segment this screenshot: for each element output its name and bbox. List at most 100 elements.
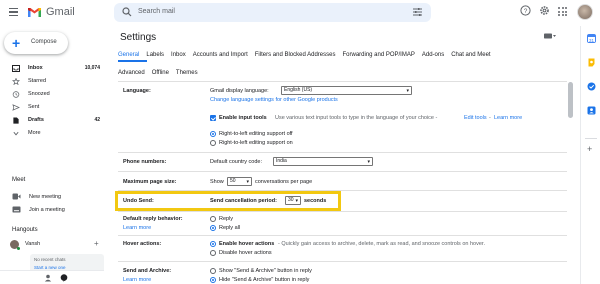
- row-divider: [118, 261, 567, 262]
- new-meeting-button[interactable]: New meeting: [0, 191, 104, 203]
- hangouts-chat-icon[interactable]: [60, 274, 68, 282]
- get-addons-icon[interactable]: +: [587, 144, 592, 154]
- phone-numbers-label: Phone numbers:: [123, 159, 167, 165]
- enable-hover-radio[interactable]: [210, 241, 216, 247]
- compose-button[interactable]: + Compose: [4, 32, 68, 54]
- row-divider: [118, 211, 567, 212]
- page-size-suffix: conversations per page: [255, 179, 313, 185]
- chevron-down-icon: ▾: [367, 159, 370, 165]
- tab-inbox[interactable]: Inbox: [171, 52, 186, 64]
- compose-label: Compose: [31, 39, 57, 45]
- hover-actions-label: Hover actions:: [123, 241, 162, 247]
- sidebar-item-label: More: [28, 130, 41, 136]
- sidebar-item-snoozed[interactable]: Snoozed: [0, 88, 104, 101]
- sidebar-item-inbox[interactable]: Inbox 10,074: [0, 62, 104, 75]
- reply-option-label: Reply: [219, 216, 234, 222]
- app-name: Gmail: [46, 6, 75, 18]
- display-language-select[interactable]: English (US) ▾: [281, 86, 412, 95]
- disable-hover-radio[interactable]: [210, 250, 216, 256]
- active-tab-indicator: [118, 60, 147, 62]
- page-size-select[interactable]: 50 ▾: [227, 177, 252, 186]
- sidebar-item-label: Snoozed: [28, 91, 50, 97]
- search-bar[interactable]: Search mail: [114, 3, 431, 22]
- tab-labels[interactable]: Labels: [146, 52, 164, 64]
- input-tools-learn-more-link[interactable]: Learn more: [494, 115, 522, 121]
- row-divider: [118, 152, 567, 153]
- tab-accounts-import[interactable]: Accounts and Import: [193, 52, 248, 64]
- sidebar-item-label: Sent: [28, 104, 40, 110]
- input-tools-label: Enable input tools: [219, 115, 267, 121]
- disable-hover-label: Disable hover actions: [219, 250, 272, 256]
- scrollbar-thumb[interactable]: [568, 82, 573, 118]
- send-icon: [12, 104, 20, 111]
- keep-icon[interactable]: [587, 58, 596, 67]
- contacts-icon[interactable]: [587, 106, 596, 115]
- country-code-label: Default country code:: [210, 159, 262, 165]
- tab-addons[interactable]: Add-ons: [422, 52, 444, 64]
- change-language-link[interactable]: Change language settings for other Googl…: [210, 97, 338, 103]
- reply-radio[interactable]: [210, 216, 216, 222]
- search-input[interactable]: Search mail: [138, 8, 175, 15]
- edit-tools-link[interactable]: Edit tools: [464, 115, 487, 121]
- reply-learn-more-link[interactable]: Learn more: [123, 225, 151, 231]
- account-avatar[interactable]: [577, 4, 593, 20]
- send-archive-learn-more-link[interactable]: Learn more: [123, 277, 151, 283]
- sidebar-item-sent[interactable]: Sent: [0, 101, 104, 114]
- max-page-size-label: Maximum page size:: [123, 179, 177, 185]
- sidebar-item-starred[interactable]: Starred: [0, 75, 104, 88]
- row-divider: [118, 235, 567, 236]
- tab-filters[interactable]: Filters and Blocked Addresses: [255, 52, 336, 64]
- bottom-toolbar: [0, 270, 104, 284]
- reply-all-radio[interactable]: [210, 225, 216, 231]
- search-icon[interactable]: [122, 7, 132, 17]
- sidebar-item-drafts[interactable]: Drafts 42: [0, 114, 104, 127]
- sidebar-item-more[interactable]: More: [0, 127, 104, 140]
- join-meeting-button[interactable]: Join a meeting: [0, 204, 104, 216]
- join-meeting-label: Join a meeting: [29, 207, 65, 213]
- page-title: Settings: [120, 32, 157, 43]
- tab-chat-meet[interactable]: Chat and Meet: [451, 52, 490, 64]
- add-contact-icon[interactable]: +: [94, 239, 99, 248]
- input-tools-description: Use various text input tools to type in …: [275, 115, 438, 121]
- side-panel: 31 +: [580, 26, 600, 284]
- country-code-value: India: [276, 158, 287, 164]
- hide-send-archive-label: Hide "Send & Archive" button in reply: [219, 277, 310, 283]
- tab-forwarding[interactable]: Forwarding and POP/IMAP: [342, 52, 414, 64]
- country-code-select[interactable]: India ▾: [273, 157, 373, 166]
- hangouts-user[interactable]: Vansh +: [10, 239, 104, 252]
- draft-icon: [13, 117, 19, 124]
- show-send-archive-radio[interactable]: [210, 268, 216, 274]
- video-camera-icon: [12, 193, 21, 200]
- rtl-on-label: Right-to-left editing support on: [219, 140, 293, 146]
- main-menu-icon[interactable]: [9, 8, 18, 16]
- sidebar-item-label: Drafts: [28, 117, 44, 123]
- gmail-logo[interactable]: Gmail: [27, 6, 75, 18]
- rtl-on-radio[interactable]: [210, 140, 216, 146]
- svg-text:?: ?: [524, 8, 528, 15]
- tasks-icon[interactable]: [587, 82, 596, 91]
- display-language-label: Gmail display language:: [210, 88, 269, 94]
- separator-text: -: [489, 115, 491, 121]
- input-tools-checkbox[interactable]: [210, 115, 216, 121]
- drafts-count: 42: [94, 117, 100, 123]
- hide-send-archive-radio[interactable]: [210, 277, 216, 283]
- help-icon[interactable]: ?: [520, 5, 531, 16]
- side-panel-divider: [585, 138, 597, 139]
- new-meeting-label: New meeting: [29, 194, 62, 200]
- keyboard-input-icon[interactable]: [544, 33, 556, 39]
- rtl-off-radio[interactable]: [210, 131, 216, 137]
- chevron-down-icon: ▾: [406, 88, 409, 94]
- calendar-icon[interactable]: 31: [587, 34, 596, 43]
- google-apps-icon[interactable]: [558, 7, 567, 16]
- meet-heading: Meet: [12, 177, 26, 183]
- keyboard-icon: [12, 206, 21, 213]
- search-options-icon[interactable]: [413, 8, 422, 16]
- compose-plus-icon: +: [12, 35, 21, 51]
- hangouts-user-name: Vansh: [25, 241, 41, 247]
- person-icon[interactable]: [44, 274, 52, 282]
- settings-gear-icon[interactable]: [539, 5, 550, 16]
- sidebar-item-label: Starred: [28, 78, 47, 84]
- tabs-divider: [118, 81, 567, 82]
- tab-general[interactable]: General: [118, 52, 139, 64]
- show-send-archive-label: Show "Send & Archive" button in reply: [219, 268, 312, 274]
